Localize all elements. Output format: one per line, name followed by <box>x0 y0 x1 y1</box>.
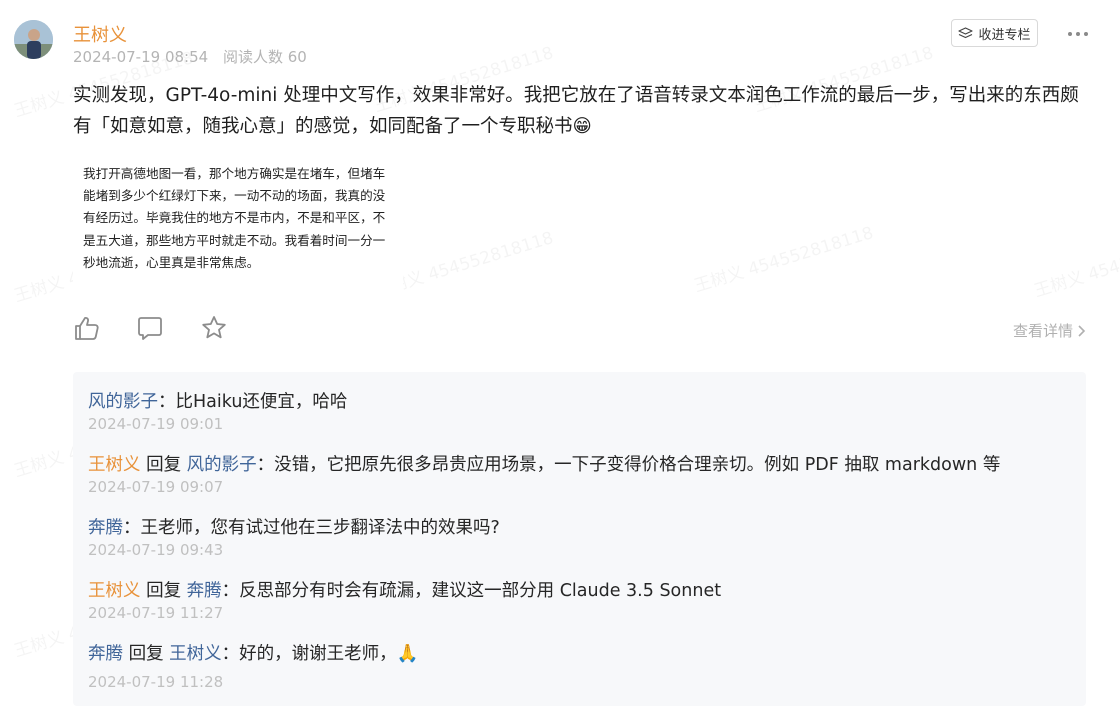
like-button[interactable] <box>73 314 103 344</box>
comment-separator: ： <box>256 455 275 475</box>
reply-word: 回复 <box>146 455 182 475</box>
reply-to-user[interactable]: 奔腾 <box>187 581 222 601</box>
view-details-label: 查看详情 <box>1013 322 1074 340</box>
comment-text: 好的，谢谢王老师，🙏 <box>239 644 419 664</box>
comment-separator: ： <box>123 518 141 538</box>
more-button[interactable] <box>1063 24 1093 44</box>
collect-column-icon <box>958 26 974 38</box>
collect-to-column-button[interactable]: 收进专栏 <box>951 19 1038 47</box>
post-text: 实测发现，GPT-4o-mini 处理中文写作，效果非常好。我把它放在了语音转录… <box>73 85 1079 137</box>
comment-time: 2024-07-19 09:01 <box>88 415 224 433</box>
post-image[interactable]: 我打开高德地图一看，那个地方确实是在堵车，但堵车能堵到多少个红绿灯下来，一动不动… <box>73 155 403 300</box>
watermark: 王树义 454552818118 <box>1030 223 1120 302</box>
view-details-link[interactable]: 查看详情 <box>1013 320 1086 341</box>
comment-icon <box>138 317 162 340</box>
reply-to-user[interactable]: 风的影子 <box>187 455 257 475</box>
comment-time: 2024-07-19 11:27 <box>88 604 224 622</box>
comment-text: 没错，它把原先很多昂贵应用场景，一下子变得价格合理亲切。例如 PDF 抽取 ma… <box>274 455 1001 475</box>
avatar-image <box>14 20 53 59</box>
thumbs-up-icon <box>75 317 99 340</box>
comment-item: 王树义 回复 奔腾：反思部分有时会有疏漏，建议这一部分用 Claude 3.5 … <box>88 577 721 602</box>
post-date: 2024-07-19 08:54 <box>73 48 209 66</box>
reply-to-user[interactable]: 王树义 <box>169 644 222 664</box>
comment-user[interactable]: 奔腾 <box>88 644 123 664</box>
comment-user[interactable]: 王树义 <box>88 455 141 475</box>
comment-separator: ： <box>221 581 240 601</box>
comment-list: 风的影子：比Haiku还便宜，哈哈 2024-07-19 09:01 王树义 回… <box>73 372 1086 706</box>
comment-separator: ： <box>221 644 240 664</box>
comment-user[interactable]: 风的影子 <box>88 392 158 412</box>
comment-text: 比Haiku还便宜，哈哈 <box>175 392 348 412</box>
post-meta: 2024-07-19 08:54 阅读人数 60 <box>73 46 307 67</box>
comment-time: 2024-07-19 09:07 <box>88 478 224 496</box>
comment-separator: ： <box>158 392 176 412</box>
comment-item: 奔腾 回复 王树义：好的，谢谢王老师，🙏 <box>88 640 418 665</box>
comment-item: 奔腾：王老师，您有试过他在三步翻译法中的效果吗? <box>88 514 500 539</box>
comment-time: 2024-07-19 09:43 <box>88 541 224 559</box>
favorite-button[interactable] <box>200 314 230 344</box>
star-icon <box>202 316 226 339</box>
comment-button[interactable] <box>136 314 166 344</box>
watermark: 王树义 454552818118 <box>690 218 876 297</box>
chevron-right-icon <box>1078 324 1086 337</box>
reply-word: 回复 <box>128 644 164 664</box>
comment-text: 反思部分有时会有疏漏，建议这一部分用 Claude 3.5 Sonnet <box>239 581 722 601</box>
comment-user[interactable]: 奔腾 <box>88 518 123 538</box>
comment-time: 2024-07-19 11:28 <box>88 673 224 691</box>
avatar[interactable] <box>14 20 53 59</box>
comment-user[interactable]: 王树义 <box>88 581 141 601</box>
author-name[interactable]: 王树义 <box>73 21 127 47</box>
read-count: 阅读人数 60 <box>222 48 307 66</box>
reply-word: 回复 <box>146 581 182 601</box>
post-image-text: 我打开高德地图一看，那个地方确实是在堵车，但堵车能堵到多少个红绿灯下来，一动不动… <box>83 166 386 270</box>
comment-text: 王老师，您有试过他在三步翻译法中的效果吗? <box>140 518 500 538</box>
collect-label: 收进专栏 <box>978 27 1031 43</box>
comment-item: 风的影子：比Haiku还便宜，哈哈 <box>88 388 347 413</box>
more-dots-icon <box>1068 32 1088 36</box>
comment-item: 王树义 回复 风的影子：没错，它把原先很多昂贵应用场景，一下子变得价格合理亲切。… <box>88 451 1000 476</box>
